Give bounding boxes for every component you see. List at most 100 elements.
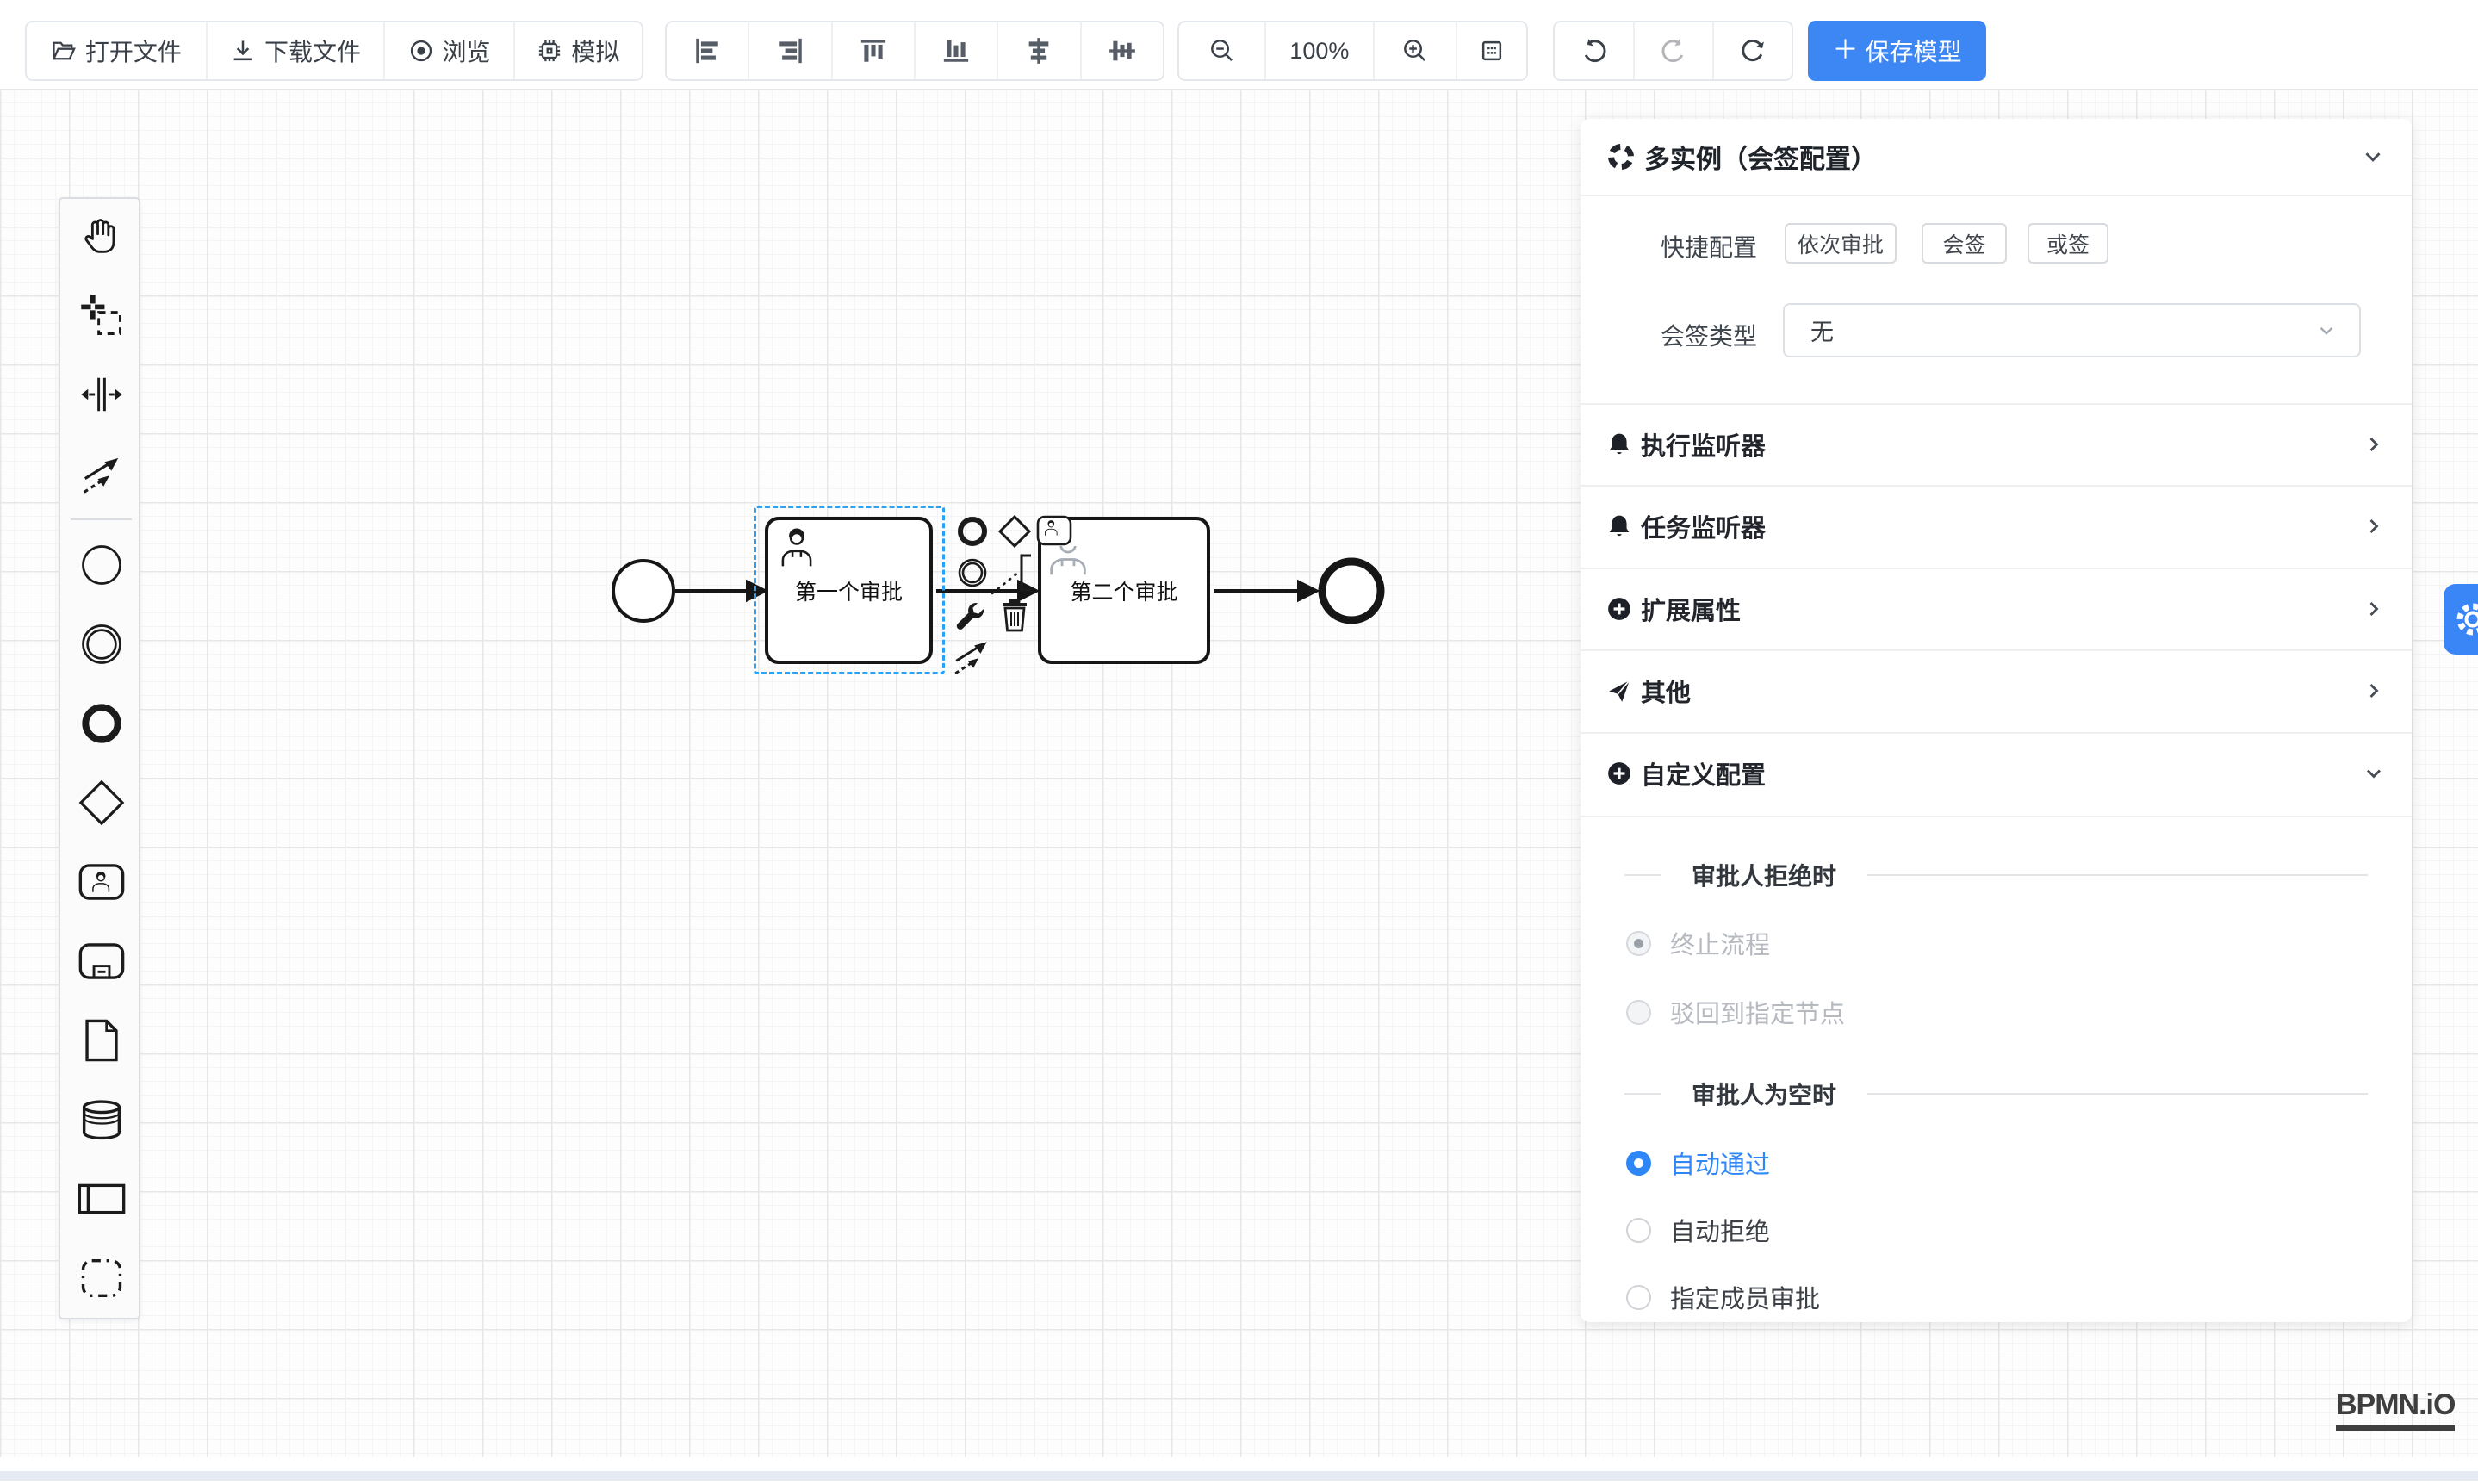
- align-center-horizontal-button[interactable]: [998, 22, 1079, 79]
- data-store-icon: [79, 1099, 124, 1140]
- radio-label: 终止流程: [1670, 925, 1770, 961]
- start-event[interactable]: [613, 561, 674, 621]
- create-participant[interactable]: [60, 1169, 142, 1229]
- user-task-first-approval[interactable]: 第一个审批: [765, 517, 933, 664]
- create-user-task[interactable]: [60, 852, 142, 912]
- chevron-right-icon: [2362, 597, 2386, 621]
- divider-line: [1867, 1093, 2368, 1096]
- radio-auto-reject[interactable]: 自动拒绝: [1626, 1213, 1770, 1247]
- redo-icon: [1660, 37, 1687, 65]
- section-other[interactable]: 其他: [1581, 649, 2412, 731]
- data-object-icon: [81, 1018, 122, 1063]
- context-pad-append-user-task[interactable]: [1036, 515, 1072, 546]
- panel-header-multi-instance[interactable]: 多实例（会签配置）: [1581, 119, 2412, 195]
- simulate-button[interactable]: 模拟: [515, 22, 642, 79]
- file-toolbar-group: 打开文件 下载文件 浏览 模拟: [25, 21, 643, 81]
- hand-tool[interactable]: [60, 206, 142, 266]
- create-subprocess[interactable]: [60, 931, 142, 991]
- context-pad-append-end-event[interactable]: [956, 515, 989, 548]
- subprocess-icon: [78, 941, 126, 981]
- align-bottom-icon: [941, 36, 971, 65]
- context-pad-replace-wrench[interactable]: [953, 598, 989, 634]
- zoom-out-button[interactable]: [1179, 22, 1264, 79]
- palette-separator: [71, 518, 132, 520]
- fit-viewport-button[interactable]: [1457, 22, 1526, 79]
- countersign-type-label: 会签类型: [1581, 318, 1757, 352]
- section-extended-properties[interactable]: 扩展属性: [1581, 568, 2412, 649]
- space-tool[interactable]: [60, 364, 142, 425]
- zoom-in-button[interactable]: [1375, 22, 1456, 79]
- countersign-type-value: 无: [1810, 314, 2315, 347]
- lasso-tool[interactable]: [60, 285, 142, 345]
- radio-return-to-node[interactable]: 驳回到指定节点: [1626, 995, 1845, 1029]
- download-file-label: 下载文件: [264, 34, 361, 68]
- context-pad-text-annotation[interactable]: [989, 552, 1035, 597]
- create-data-store[interactable]: [60, 1090, 142, 1150]
- context-pad-append-gateway[interactable]: [997, 513, 1033, 550]
- context-pad-connect-tool[interactable]: [951, 636, 992, 677]
- radio-assign-member[interactable]: 指定成员审批: [1626, 1280, 1820, 1314]
- align-left-button[interactable]: [667, 22, 748, 79]
- quick-btn-orsign[interactable]: 或签: [2028, 223, 2108, 264]
- align-center-vertical-button[interactable]: [1082, 22, 1163, 79]
- quick-btn-label: 依次审批: [1798, 228, 1884, 259]
- align-right-button[interactable]: [749, 22, 830, 79]
- save-model-button[interactable]: ＋ 保存模型: [1808, 21, 1986, 81]
- section-task-listener[interactable]: 任务监听器: [1581, 485, 2412, 567]
- horizontal-scrollbar[interactable]: [0, 1471, 2478, 1481]
- redo-button[interactable]: [1635, 22, 1712, 79]
- align-toolbar-group: [665, 21, 1164, 81]
- plus-icon: ＋: [1832, 38, 1858, 64]
- context-pad-append-intermediate-event[interactable]: [956, 556, 989, 589]
- undo-icon: [1581, 37, 1608, 65]
- properties-panel: 多实例（会签配置） 快捷配置 依次审批 会签 或签 会签类型 无 执行监听器 任…: [1581, 119, 2412, 1322]
- create-end-event[interactable]: [60, 693, 142, 754]
- group-icon: [79, 1257, 124, 1300]
- create-group[interactable]: [60, 1248, 142, 1308]
- reset-icon: [1739, 37, 1767, 65]
- create-data-object[interactable]: [60, 1010, 142, 1071]
- open-file-button[interactable]: 打开文件: [27, 22, 206, 79]
- empty-title-text: 审批人为空时: [1692, 1077, 1836, 1111]
- paper-plane-icon: [1606, 678, 1632, 704]
- align-top-button[interactable]: [833, 22, 914, 79]
- section-custom-config[interactable]: 自定义配置: [1581, 732, 2412, 814]
- align-bottom-button[interactable]: [916, 22, 997, 79]
- chevron-down-icon[interactable]: [2360, 144, 2386, 170]
- task-label: 第一个审批: [795, 575, 903, 606]
- zoom-out-icon: [1208, 37, 1236, 65]
- preview-button[interactable]: 浏览: [385, 22, 512, 79]
- align-right-icon: [776, 36, 805, 65]
- create-start-event[interactable]: [60, 535, 142, 595]
- chip-icon: [537, 38, 562, 64]
- radio-terminate-process[interactable]: 终止流程: [1626, 926, 1770, 960]
- create-gateway[interactable]: [60, 773, 142, 833]
- quick-btn-countersign[interactable]: 会签: [1922, 223, 2007, 264]
- radio-label: 驳回到指定节点: [1670, 994, 1845, 1030]
- context-pad-delete-trash[interactable]: [999, 596, 1030, 634]
- radio-label: 指定成员审批: [1670, 1279, 1820, 1315]
- section-label: 自定义配置: [1641, 755, 2362, 792]
- quick-btn-sequential[interactable]: 依次审批: [1785, 223, 1897, 264]
- create-intermediate-event[interactable]: [60, 614, 142, 674]
- download-file-button[interactable]: 下载文件: [208, 22, 384, 79]
- settings-toggle-tab[interactable]: [2444, 584, 2478, 655]
- end-event[interactable]: [1322, 562, 1381, 620]
- divider-line: [1867, 874, 2368, 877]
- section-label: 扩展属性: [1641, 591, 2362, 627]
- radio-label: 自动拒绝: [1670, 1212, 1770, 1248]
- chevron-down-icon: [2315, 320, 2338, 342]
- undo-button[interactable]: [1555, 22, 1633, 79]
- gateway-icon: [78, 779, 126, 827]
- bpmn-io-watermark[interactable]: BPMN.iO: [2336, 1388, 2455, 1431]
- countersign-type-select[interactable]: 无: [1783, 303, 2361, 357]
- reset-button[interactable]: [1714, 22, 1792, 79]
- chevron-right-icon: [2362, 514, 2386, 538]
- section-execution-listener[interactable]: 执行监听器: [1581, 403, 2412, 485]
- radio-checked: [1626, 1151, 1651, 1176]
- global-connect-tool[interactable]: [60, 444, 142, 504]
- zoom-level[interactable]: 100%: [1266, 22, 1373, 79]
- reject-title-text: 审批人拒绝时: [1692, 858, 1836, 892]
- multi-instance-icon: [1606, 142, 1636, 171]
- radio-auto-pass[interactable]: 自动通过: [1626, 1146, 1770, 1180]
